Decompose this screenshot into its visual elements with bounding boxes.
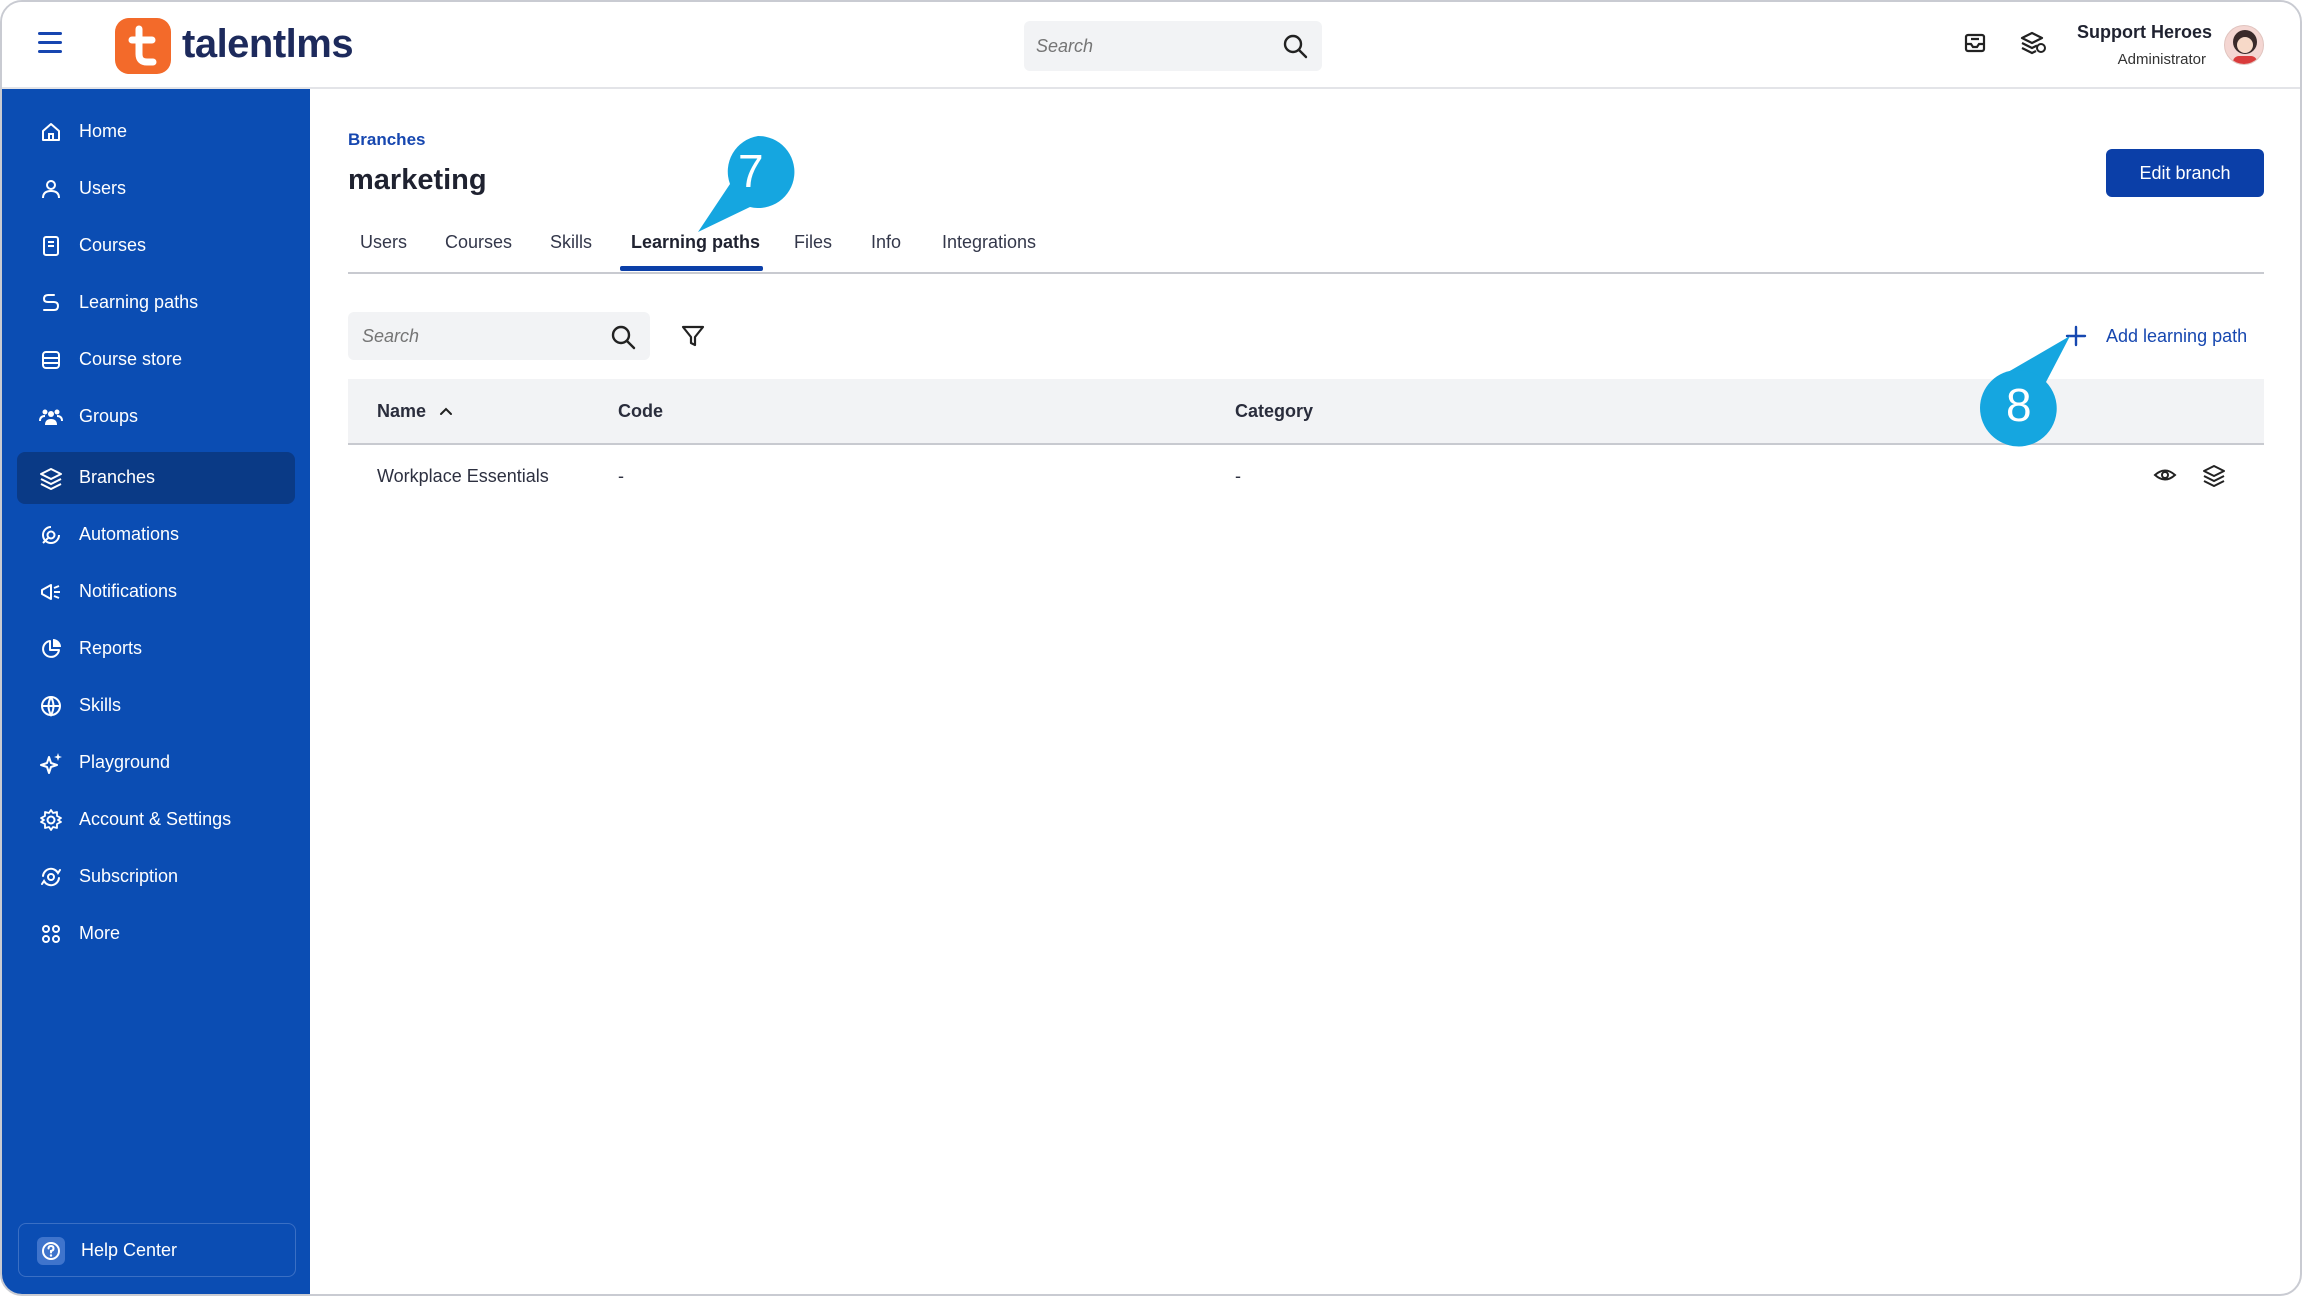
globe-icon bbox=[39, 694, 63, 718]
path-icon bbox=[39, 291, 63, 315]
step-number: 8 bbox=[2006, 379, 2032, 431]
page-title: marketing bbox=[348, 164, 487, 196]
tab-info[interactable]: Info bbox=[871, 232, 901, 253]
sidebar-item-users[interactable]: Users bbox=[17, 163, 295, 215]
logo-text[interactable]: talentlms bbox=[182, 22, 354, 67]
cell-category: - bbox=[1235, 466, 1241, 486]
learning-path-search[interactable] bbox=[348, 312, 650, 360]
sidebar-item-label: Notifications bbox=[79, 581, 178, 601]
edit-branch-button[interactable]: Edit branch bbox=[2106, 149, 2264, 197]
table-header: Name Code Category bbox=[348, 379, 2264, 445]
book-icon bbox=[39, 234, 63, 258]
sidebar-item-learning-paths[interactable]: Learning paths bbox=[17, 277, 295, 329]
top-bar: talentlms Support Heroes Administrator bbox=[2, 2, 2300, 89]
help-center-label: Help Center bbox=[81, 1240, 178, 1260]
sidebar-item-label: Groups bbox=[79, 406, 139, 426]
tab-integrations[interactable]: Integrations bbox=[942, 232, 1036, 253]
search-icon[interactable] bbox=[610, 324, 636, 355]
sidebar-item-automations[interactable]: Automations bbox=[17, 509, 295, 561]
search-icon[interactable] bbox=[1282, 33, 1308, 64]
user-role: Administrator bbox=[2117, 51, 2206, 68]
sort-ascending-icon[interactable] bbox=[438, 403, 454, 424]
step-number: 7 bbox=[738, 145, 764, 197]
sidebar-item-label: More bbox=[79, 923, 121, 943]
sidebar-item-more[interactable]: More bbox=[17, 908, 295, 960]
filter-icon[interactable] bbox=[680, 324, 706, 353]
avatar[interactable] bbox=[2224, 25, 2264, 65]
megaphone-icon bbox=[39, 580, 63, 604]
store-icon bbox=[39, 348, 63, 372]
sidebar-item-reports[interactable]: Reports bbox=[17, 623, 295, 675]
global-search[interactable] bbox=[1024, 21, 1322, 71]
refresh-icon bbox=[39, 865, 63, 889]
automation-icon bbox=[39, 523, 63, 547]
app-window: talentlms Support Heroes Administrator bbox=[0, 0, 2302, 1296]
sidebar-item-course-store[interactable]: Course store bbox=[17, 334, 295, 386]
sidebar-item-playground[interactable]: Playground bbox=[17, 737, 295, 789]
layers-icon bbox=[39, 466, 63, 491]
sidebar-item-label: Branches bbox=[79, 467, 156, 487]
pie-chart-icon bbox=[39, 637, 63, 661]
tab-learning-paths[interactable]: Learning paths bbox=[631, 232, 760, 253]
tab-bar: Users Courses Skills Learning paths File… bbox=[348, 218, 2264, 274]
active-tab-indicator bbox=[620, 266, 763, 271]
user-icon bbox=[39, 177, 63, 201]
add-learning-path-label: Add learning path bbox=[2106, 326, 2248, 346]
column-header-name[interactable]: Name bbox=[377, 401, 426, 422]
menu-icon[interactable] bbox=[38, 32, 62, 56]
learning-path-search-input[interactable] bbox=[362, 320, 592, 352]
logo-icon[interactable] bbox=[115, 18, 171, 74]
sidebar: Home Users Courses Learning paths Course… bbox=[2, 89, 310, 1294]
sparkle-icon bbox=[39, 751, 63, 775]
sidebar-item-label: Courses bbox=[79, 235, 147, 255]
sidebar-item-label: Learning paths bbox=[79, 292, 199, 312]
column-header-code[interactable]: Code bbox=[618, 401, 663, 422]
column-header-category[interactable]: Category bbox=[1235, 401, 1313, 422]
tab-skills[interactable]: Skills bbox=[550, 232, 592, 253]
breadcrumb[interactable]: Branches bbox=[348, 130, 425, 150]
step-callout-8: 8 bbox=[1978, 332, 2074, 448]
cell-code: - bbox=[618, 466, 624, 486]
help-icon bbox=[37, 1237, 65, 1265]
home-icon bbox=[39, 120, 63, 144]
help-center-button[interactable]: Help Center bbox=[18, 1223, 296, 1277]
step-callout-7: 7 bbox=[692, 134, 798, 234]
table-row[interactable]: Workplace Essentials - - bbox=[348, 445, 2264, 507]
tab-files[interactable]: Files bbox=[794, 232, 832, 253]
eye-icon[interactable] bbox=[2153, 463, 2177, 492]
sidebar-item-label: Course store bbox=[79, 349, 183, 369]
grid-icon bbox=[39, 922, 63, 946]
sidebar-item-label: Home bbox=[79, 121, 128, 141]
sidebar-item-label: Users bbox=[79, 178, 127, 198]
inbox-icon[interactable] bbox=[1962, 30, 1992, 60]
user-name[interactable]: Support Heroes bbox=[2062, 22, 2212, 43]
sidebar-item-subscription[interactable]: Subscription bbox=[17, 851, 295, 903]
tab-courses[interactable]: Courses bbox=[445, 232, 512, 253]
global-search-input[interactable] bbox=[1036, 29, 1266, 63]
sidebar-item-courses[interactable]: Courses bbox=[17, 220, 295, 272]
switch-branch-icon[interactable] bbox=[2019, 30, 2049, 60]
sidebar-item-label: Skills bbox=[79, 695, 122, 715]
sidebar-item-label: Subscription bbox=[79, 866, 179, 886]
sidebar-item-groups[interactable]: Groups bbox=[17, 391, 295, 443]
sidebar-item-label: Playground bbox=[79, 752, 171, 772]
sidebar-item-home[interactable]: Home bbox=[17, 106, 295, 158]
sidebar-item-label: Reports bbox=[79, 638, 143, 658]
sidebar-item-notifications[interactable]: Notifications bbox=[17, 566, 295, 618]
sidebar-item-account-settings[interactable]: Account & Settings bbox=[17, 794, 295, 846]
gear-icon bbox=[39, 808, 63, 832]
sidebar-item-label: Automations bbox=[79, 524, 180, 544]
cell-name: Workplace Essentials bbox=[377, 466, 549, 486]
remove-from-branch-icon[interactable] bbox=[2202, 463, 2226, 492]
groups-icon bbox=[39, 405, 63, 429]
tab-users[interactable]: Users bbox=[360, 232, 407, 253]
sidebar-item-label: Account & Settings bbox=[79, 809, 232, 829]
sidebar-item-skills[interactable]: Skills bbox=[17, 680, 295, 732]
sidebar-item-branches[interactable]: Branches bbox=[17, 452, 295, 504]
